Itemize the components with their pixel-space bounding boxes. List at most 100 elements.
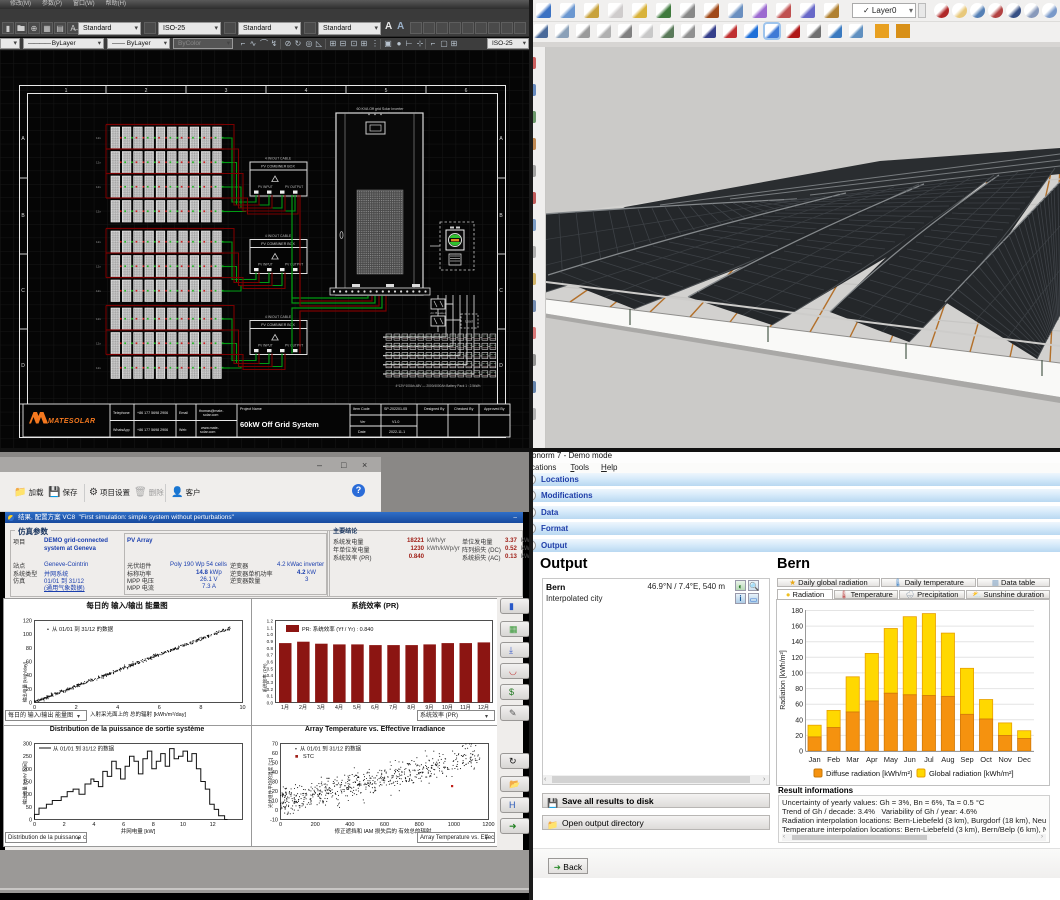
svg-text:12x: 12x	[96, 185, 101, 189]
svg-text:PV COMBINER BOX: PV COMBINER BOX	[261, 323, 295, 327]
svg-text:Sep: Sep	[960, 755, 973, 764]
svg-text:系统效率 (PR): 系统效率 (PR)	[351, 600, 399, 610]
svg-text:1.2: 1.2	[267, 619, 274, 624]
svg-text:70: 70	[272, 742, 278, 748]
svg-text:4月: 4月	[335, 704, 343, 711]
svg-text:2月: 2月	[299, 704, 307, 711]
svg-text:+86 177 5698 2906: +86 177 5698 2906	[137, 411, 168, 415]
svg-text:Email: Email	[179, 411, 188, 415]
svg-text:-10: -10	[270, 818, 278, 824]
svg-text:1月: 1月	[281, 704, 289, 711]
svg-text:■: ■	[295, 754, 300, 760]
svg-text:D: D	[499, 363, 503, 369]
svg-text:Array Temperature vs. Effectiv: Array Temperature vs. Effective Irradian…	[305, 726, 445, 733]
svg-text:1.0: 1.0	[267, 632, 274, 637]
svg-text:4 IN/OUT CABLE: 4 IN/OUT CABLE	[265, 157, 292, 161]
svg-text:D: D	[21, 363, 25, 369]
svg-text:0: 0	[275, 808, 278, 814]
svg-text:Jun: Jun	[904, 755, 916, 764]
svg-text:Jan: Jan	[809, 755, 821, 764]
svg-text:8: 8	[199, 705, 202, 711]
svg-text:PV INPUT: PV INPUT	[258, 263, 273, 267]
svg-text:Dec: Dec	[1018, 755, 1032, 764]
svg-text:Date: Date	[358, 430, 366, 434]
svg-text:120: 120	[791, 655, 803, 662]
svg-text:50: 50	[26, 805, 32, 811]
svg-text:0.3: 0.3	[267, 680, 274, 685]
svg-text:Distribution de la puissance d: Distribution de la puissance de sortie s…	[50, 726, 205, 733]
svg-text:12x: 12x	[96, 161, 101, 165]
svg-text:4*12V*100Ah-48V — 2000/4000Ah: 4*12V*100Ah-48V — 2000/4000Ah Battery Pa…	[396, 384, 481, 388]
svg-text:4 IN/OUT CABLE: 4 IN/OUT CABLE	[265, 234, 292, 238]
svg-text:1200: 1200	[482, 822, 494, 828]
svg-text:Apr: Apr	[866, 755, 878, 764]
svg-text:12x: 12x	[96, 317, 101, 321]
svg-text:并网电量 [kW]: 并网电量 [kW]	[121, 827, 156, 835]
svg-text:Telephone: Telephone	[113, 411, 130, 415]
svg-text:12x: 12x	[96, 366, 101, 370]
svg-text:40: 40	[795, 717, 803, 724]
svg-text:光伏组件平均的温度 [°C]: 光伏组件平均的温度 [°C]	[267, 758, 274, 808]
svg-text:Approved By: Approved By	[484, 407, 505, 411]
svg-text:4 IN/OUT CABLE: 4 IN/OUT CABLE	[265, 315, 292, 319]
svg-text:160: 160	[791, 624, 803, 631]
svg-text:Ver: Ver	[360, 420, 366, 424]
svg-text:Web: Web	[179, 428, 186, 432]
svg-text:0.7: 0.7	[267, 653, 274, 658]
svg-text:+86 177 5698 2906: +86 177 5698 2906	[137, 428, 168, 432]
svg-text:180: 180	[791, 608, 803, 615]
svg-text:Jul: Jul	[924, 755, 934, 764]
svg-text:Feb: Feb	[827, 755, 840, 764]
svg-text:2022-11-1: 2022-11-1	[389, 430, 405, 434]
svg-text:STC: STC	[303, 754, 314, 760]
svg-text:5月: 5月	[353, 704, 361, 711]
svg-text:Global radiation [kWh/m²]: Global radiation [kWh/m²]	[929, 769, 1014, 778]
svg-text:10: 10	[180, 822, 186, 828]
svg-text:100: 100	[23, 632, 32, 638]
svg-text:6月: 6月	[371, 704, 379, 711]
svg-text:140: 140	[791, 639, 803, 646]
svg-text:0.1: 0.1	[267, 694, 274, 699]
svg-text:Nov: Nov	[998, 755, 1012, 764]
svg-text:PV INPUT: PV INPUT	[258, 344, 273, 348]
svg-text:V1.0: V1.0	[392, 420, 399, 424]
svg-text:solar.com: solar.com	[200, 430, 215, 434]
svg-text:12x: 12x	[96, 240, 101, 244]
svg-text:4: 4	[305, 88, 308, 94]
svg-text:Item Code: Item Code	[353, 407, 370, 411]
svg-text:600: 600	[380, 822, 389, 828]
svg-text:6: 6	[158, 705, 161, 711]
svg-text:输出电量 [kWh/ 区间]: 输出电量 [kWh/ 区间]	[22, 761, 29, 804]
svg-text:SP-202201-05: SP-202201-05	[384, 407, 407, 411]
svg-text:200: 200	[311, 822, 320, 828]
svg-text:Project Name: Project Name	[240, 407, 262, 411]
svg-text:3月: 3月	[317, 704, 325, 711]
svg-text:8月: 8月	[407, 704, 415, 711]
svg-text:0.6: 0.6	[267, 660, 274, 665]
svg-text:12x: 12x	[96, 342, 101, 346]
svg-text:800: 800	[415, 822, 424, 828]
svg-text:PV COMBINER BOX: PV COMBINER BOX	[261, 165, 295, 169]
svg-text:0.2: 0.2	[267, 687, 274, 692]
svg-text:2: 2	[63, 822, 66, 828]
svg-text:100: 100	[791, 670, 803, 677]
svg-text:Checked By: Checked By	[454, 407, 474, 411]
svg-text:Aug: Aug	[941, 755, 954, 764]
svg-text:10: 10	[239, 705, 245, 711]
svg-text:6: 6	[122, 822, 125, 828]
svg-text:250: 250	[23, 754, 32, 760]
svg-text:0: 0	[29, 701, 32, 707]
svg-text:C: C	[499, 288, 503, 294]
svg-text:PV COMBINER BOX: PV COMBINER BOX	[261, 242, 295, 246]
svg-text:• 从 01/01 到 31/12 的数据: • 从 01/01 到 31/12 的数据	[47, 625, 114, 633]
svg-text:0.8: 0.8	[267, 646, 274, 651]
svg-text:120: 120	[23, 619, 32, 625]
svg-text:入射采光面上的 总的辐射 [kWh/m²/day]: 入射采光面上的 总的辐射 [kWh/m²/day]	[90, 710, 186, 718]
svg-text:5: 5	[385, 88, 388, 94]
svg-text:4: 4	[92, 822, 95, 828]
svg-text:7月: 7月	[389, 704, 397, 711]
svg-text:0: 0	[279, 822, 282, 828]
svg-text:0.4: 0.4	[267, 673, 274, 678]
svg-text:4: 4	[116, 705, 119, 711]
svg-text:6: 6	[465, 88, 468, 94]
